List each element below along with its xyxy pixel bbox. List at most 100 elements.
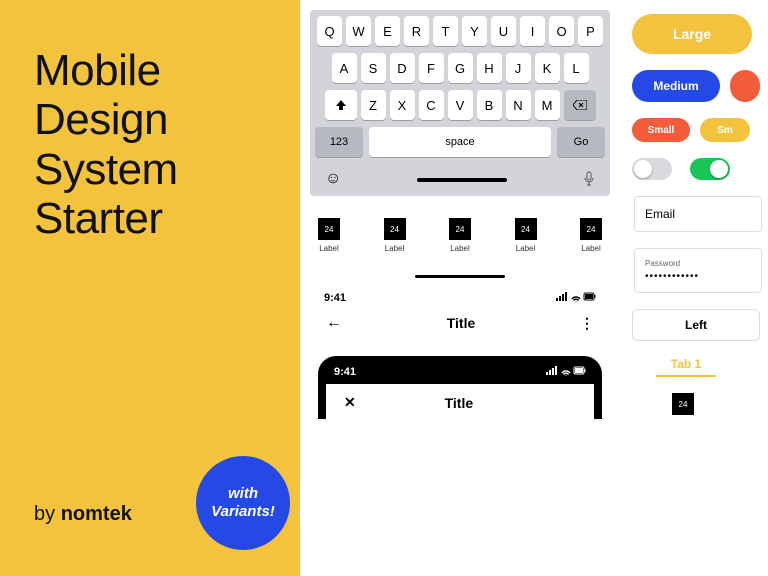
key-o[interactable]: O	[549, 16, 574, 46]
toggle-off[interactable]	[632, 158, 672, 180]
light-navbar: 9:41 ← Title ⋮	[310, 278, 610, 346]
status-icons	[556, 292, 596, 304]
numeric-key[interactable]: 123	[315, 127, 363, 157]
nav-title: Title	[445, 395, 474, 411]
key-row-2: A S D F G H J K L	[315, 53, 605, 83]
icon-item[interactable]: 24 Label	[515, 218, 537, 253]
status-time: 9:41	[334, 366, 356, 378]
shift-icon	[335, 99, 347, 111]
key-row-1: Q W E R T Y U I O P	[315, 16, 605, 46]
password-label: Password	[645, 259, 751, 268]
icon-label: Label	[319, 244, 339, 253]
key-p[interactable]: P	[578, 16, 603, 46]
status-bar-dark: 9:41	[334, 366, 586, 378]
icon-box: 24	[449, 218, 471, 240]
status-icons	[546, 366, 586, 378]
key-n[interactable]: N	[506, 90, 531, 120]
toggle-on[interactable]	[690, 158, 730, 180]
key-e[interactable]: E	[375, 16, 400, 46]
more-icon[interactable]: ⋮	[580, 315, 594, 332]
medium-button[interactable]: Medium	[632, 70, 720, 102]
keyboard-bottom: ☺	[315, 164, 605, 188]
icon-item[interactable]: 24 Label	[449, 218, 471, 253]
headline-line: Starter	[34, 194, 276, 243]
key-f[interactable]: F	[419, 53, 444, 83]
icon-box: 24	[384, 218, 406, 240]
key-x[interactable]: X	[390, 90, 415, 120]
controls-column: Large Medium Small Sm Email Password •••…	[620, 0, 768, 576]
key-w[interactable]: W	[346, 16, 371, 46]
left-aligned-button[interactable]: Left	[632, 309, 760, 341]
small-button-2[interactable]: Sm	[700, 118, 750, 142]
home-indicator	[417, 178, 507, 182]
byline: by nomtek	[34, 503, 132, 526]
nav-title: Title	[447, 315, 476, 331]
close-icon[interactable]: ✕	[344, 394, 356, 411]
key-a[interactable]: A	[332, 53, 357, 83]
ios-keyboard: Q W E R T Y U I O P A S D F G H J K L Z	[310, 10, 610, 196]
key-b[interactable]: B	[477, 90, 502, 120]
icon-label: Label	[385, 244, 405, 253]
icon-label: Label	[581, 244, 601, 253]
hero-panel: Mobile Design System Starter by nomtek w…	[0, 0, 300, 576]
backspace-key[interactable]	[564, 90, 596, 120]
variants-badge: withVariants!	[196, 456, 290, 550]
space-key[interactable]: space	[369, 127, 551, 157]
key-z[interactable]: Z	[361, 90, 386, 120]
go-key[interactable]: Go	[557, 127, 605, 157]
icon-label-row: 24 Label 24 Label 24 Label 24 Label 24 Label	[310, 196, 610, 261]
icon-box: 24	[318, 218, 340, 240]
headline: Mobile Design System Starter	[34, 46, 276, 243]
modal-body: ✕ Title	[326, 384, 594, 419]
headline-line: Mobile	[34, 46, 276, 95]
icon-24: 24	[672, 393, 694, 415]
orange-button[interactable]	[730, 70, 760, 102]
emoji-icon[interactable]: ☺	[325, 170, 341, 188]
backspace-icon	[573, 100, 587, 110]
icon-box: 24	[515, 218, 537, 240]
headline-line: Design	[34, 95, 276, 144]
email-field[interactable]: Email	[634, 196, 762, 232]
key-k[interactable]: K	[535, 53, 560, 83]
shift-key[interactable]	[325, 90, 357, 120]
icon-item[interactable]: 24 Label	[384, 218, 406, 253]
key-j[interactable]: J	[506, 53, 531, 83]
icon-label: Label	[516, 244, 536, 253]
key-c[interactable]: C	[419, 90, 444, 120]
dark-navbar: 9:41 ✕ Title	[318, 356, 602, 419]
status-bar: 9:41	[324, 292, 596, 304]
key-u[interactable]: U	[491, 16, 516, 46]
mic-icon[interactable]	[583, 171, 595, 187]
key-g[interactable]: G	[448, 53, 473, 83]
icon-item[interactable]: 24 Label	[318, 218, 340, 253]
key-l[interactable]: L	[564, 53, 589, 83]
small-button[interactable]: Small	[632, 118, 690, 142]
key-y[interactable]: Y	[462, 16, 487, 46]
key-r[interactable]: R	[404, 16, 429, 46]
status-time: 9:41	[324, 292, 346, 304]
key-m[interactable]: M	[535, 90, 560, 120]
key-s[interactable]: S	[361, 53, 386, 83]
large-button[interactable]: Large	[632, 14, 752, 54]
key-row-3: Z X C V B N M	[315, 90, 605, 120]
badge-line: with	[228, 485, 258, 502]
icon-label: Label	[450, 244, 470, 253]
password-field[interactable]: Password ••••••••••••	[634, 248, 762, 293]
key-d[interactable]: D	[390, 53, 415, 83]
key-q[interactable]: Q	[317, 16, 342, 46]
key-t[interactable]: T	[433, 16, 458, 46]
back-icon[interactable]: ←	[326, 314, 342, 332]
nav-header: ✕ Title	[342, 384, 578, 419]
toggle-row	[632, 158, 768, 180]
by-text: by	[34, 503, 61, 525]
password-value: ••••••••••••	[645, 271, 751, 282]
key-row-4: 123 space Go	[315, 127, 605, 157]
icon-box: 24	[580, 218, 602, 240]
key-v[interactable]: V	[448, 90, 473, 120]
badge-line: Variants!	[211, 503, 275, 520]
key-h[interactable]: H	[477, 53, 502, 83]
nav-header: ← Title ⋮	[324, 304, 596, 340]
icon-item[interactable]: 24 Label	[580, 218, 602, 253]
tab-1[interactable]: Tab 1	[656, 357, 716, 377]
key-i[interactable]: I	[520, 16, 545, 46]
